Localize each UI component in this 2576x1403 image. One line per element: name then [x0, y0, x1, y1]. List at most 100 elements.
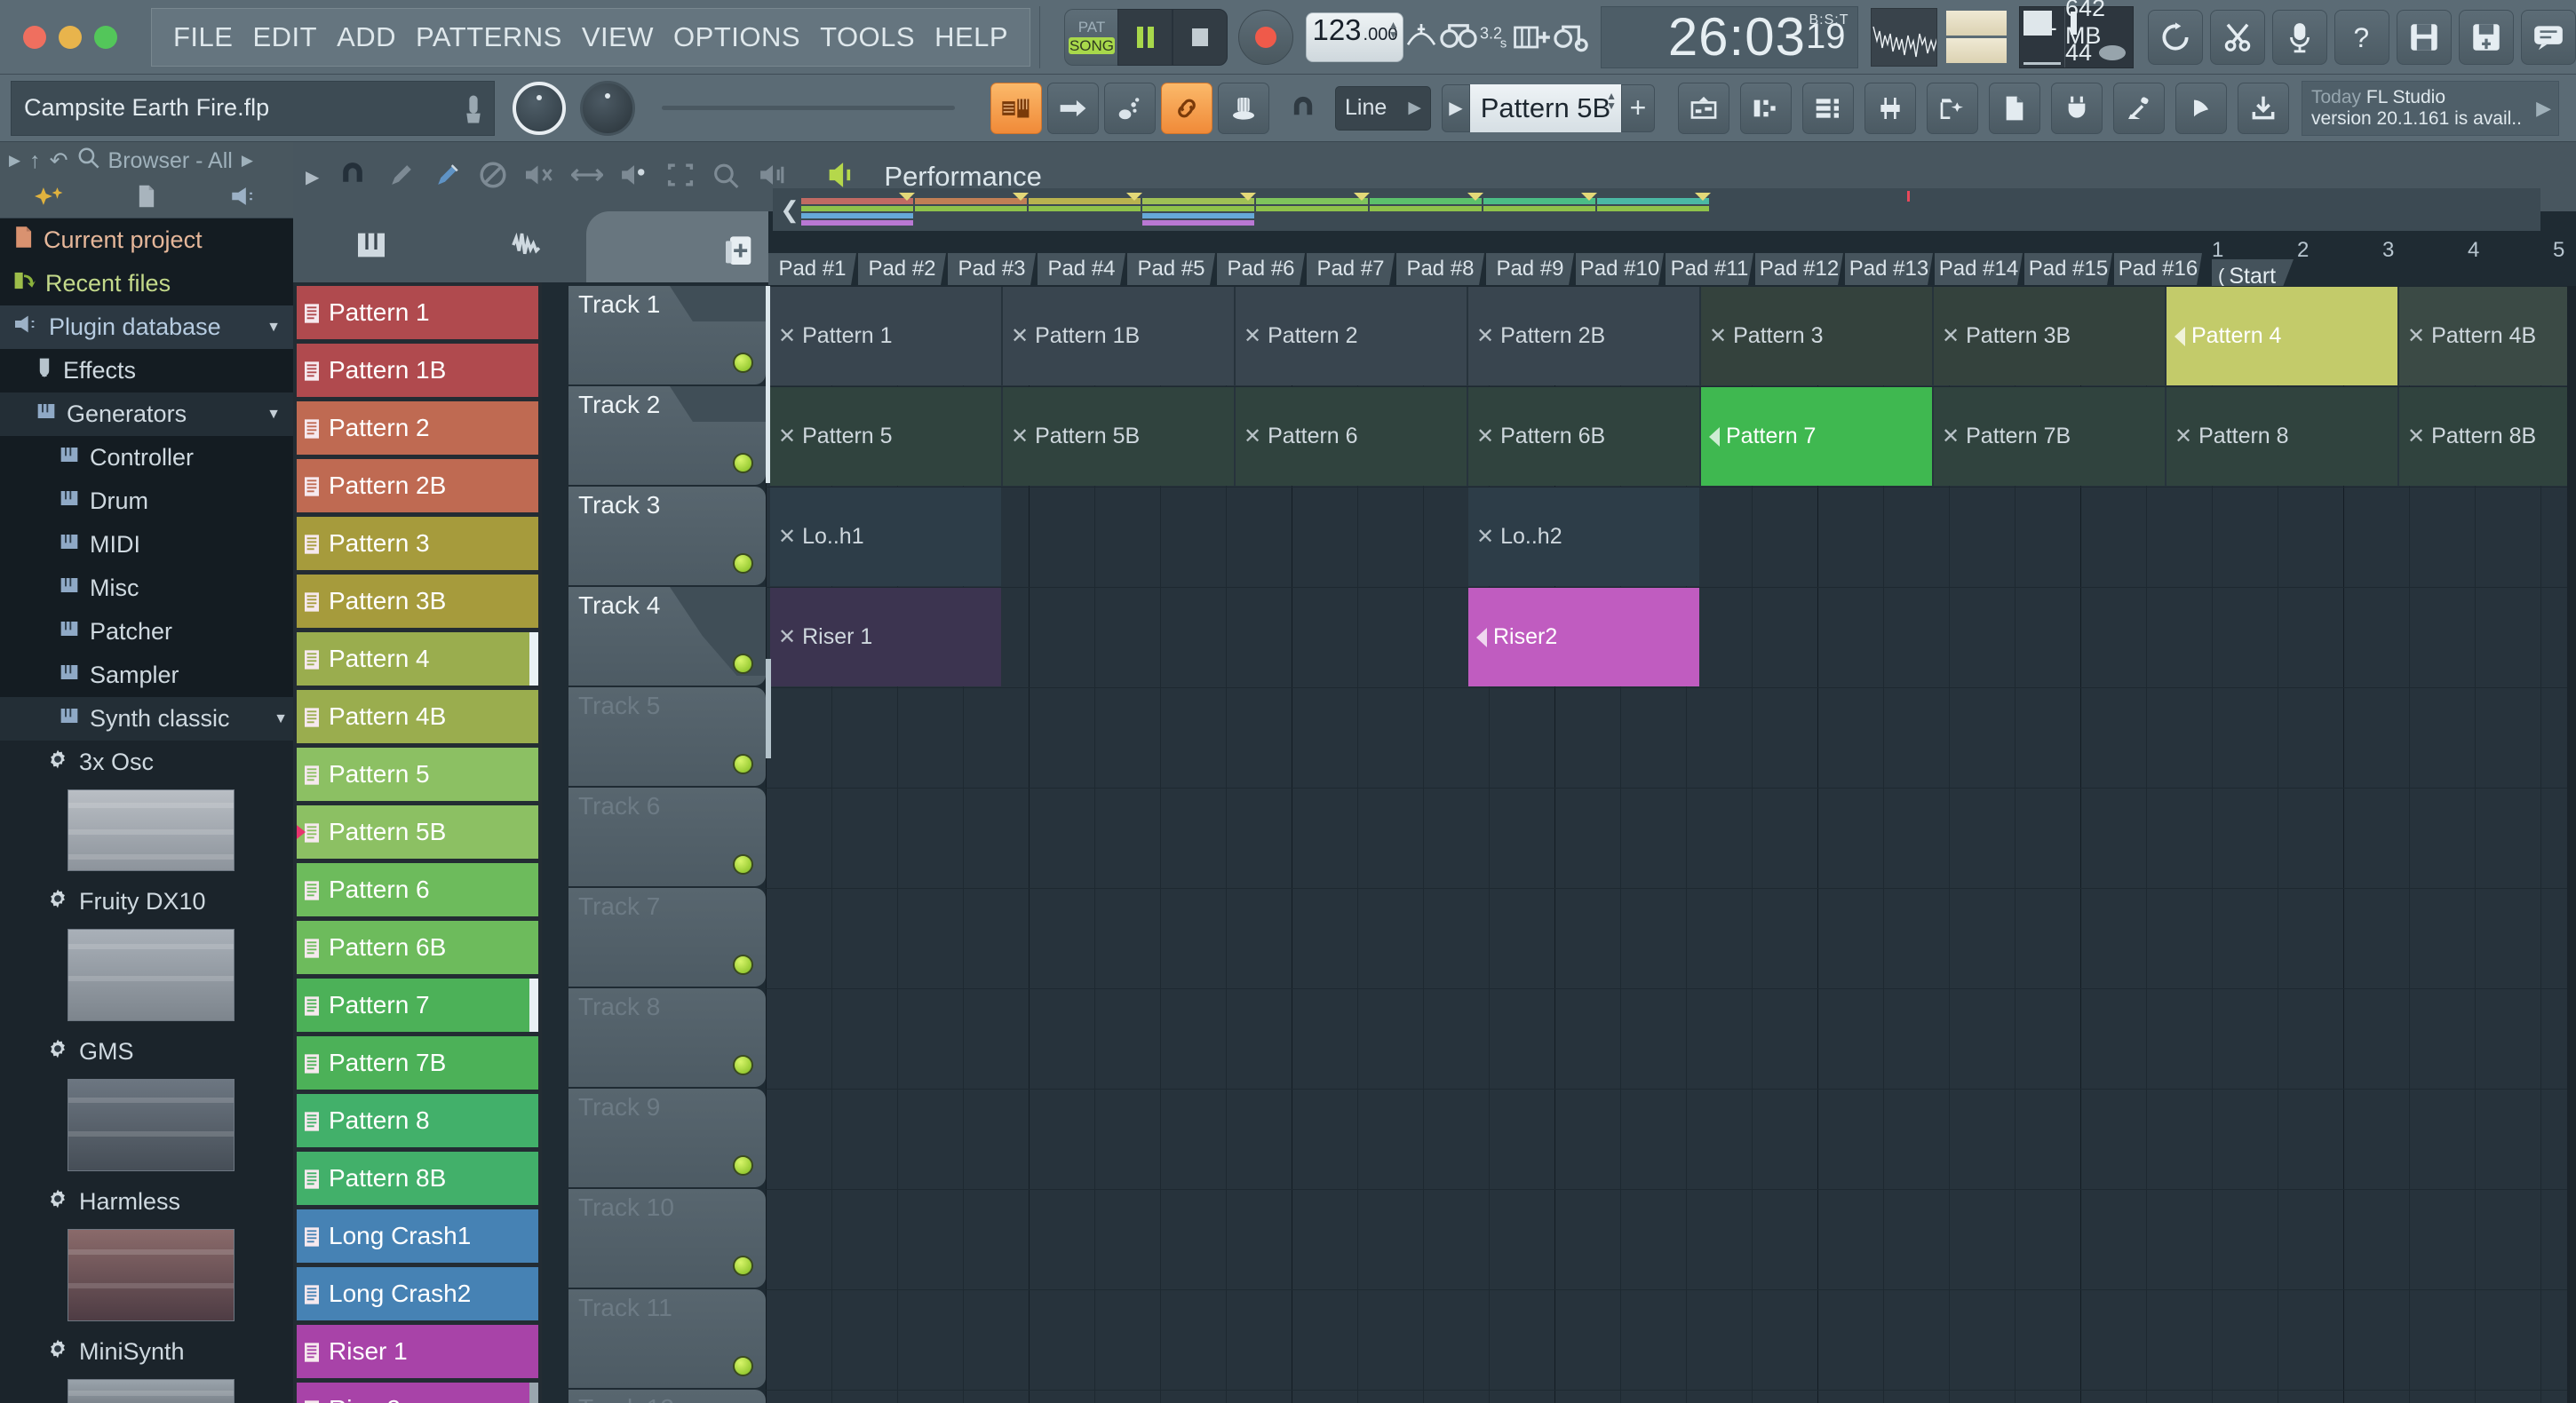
pattern-list-item[interactable]: Pattern 2 [297, 401, 538, 455]
pattern-list-item[interactable]: Pattern 3B [297, 575, 538, 628]
browser-item-effects[interactable]: Effects [0, 349, 293, 392]
playlist-clip[interactable]: ✕ Pattern 1 [770, 287, 1001, 385]
browser-item-controller[interactable]: Controller [0, 436, 293, 480]
track-header[interactable]: Track 8 [568, 988, 766, 1087]
pattern-list-item[interactable]: Riser 1 [297, 1325, 538, 1378]
click-tool-button[interactable] [2175, 82, 2227, 134]
pattern-list-item[interactable]: Riser2 [297, 1383, 538, 1403]
track-header[interactable]: Track 3 [568, 487, 766, 585]
link-button[interactable] [1161, 82, 1212, 134]
performance-pad[interactable]: Pad #3 [948, 253, 1036, 285]
browser-item-sampler[interactable]: Sampler [0, 654, 293, 697]
select-tool-icon[interactable] [665, 161, 696, 194]
browser-item-patcher[interactable]: Patcher [0, 610, 293, 654]
pattern-spinner-icon[interactable]: ▲ ▼ [1606, 91, 1617, 111]
performance-bar-segment[interactable] [1029, 198, 1141, 204]
pattern-list-item[interactable]: Pattern 5 [297, 748, 538, 801]
track-header[interactable]: Track 2 [568, 386, 766, 485]
performance-pad[interactable]: Pad #2 [858, 253, 946, 285]
pattern-list-item[interactable]: Long Crash2 [297, 1267, 538, 1320]
chevron-right-icon[interactable]: ▶ [306, 166, 319, 188]
performance-pad[interactable]: Pad #1 [768, 253, 856, 285]
performance-bar-segment[interactable] [1597, 198, 1709, 204]
pattern-list-item[interactable]: Pattern 8B [297, 1152, 538, 1205]
browser-item-generators[interactable]: Generators ▼ [0, 392, 293, 436]
project-name-field[interactable]: Campsite Earth Fire.flp [11, 80, 495, 136]
playlist-clip[interactable]: ✕ Pattern 3B [1934, 287, 2165, 385]
playlist-clip[interactable]: ✕ Pattern 8 [2167, 387, 2397, 486]
cut-tool-button[interactable] [2209, 9, 2265, 65]
step-forward-button[interactable] [1047, 82, 1099, 134]
menu-item-add[interactable]: ADD [337, 21, 396, 53]
playlist-clip[interactable]: ✕ Lo..h2 [1468, 487, 1699, 586]
audio-view-icon[interactable] [509, 228, 546, 266]
playlist-clip[interactable]: ✕ Pattern 3 [1701, 287, 1932, 385]
snap-mode-selector[interactable]: Line ▶ [1335, 85, 1431, 131]
track-header[interactable]: Track 1 [568, 286, 766, 384]
playlist-clip[interactable]: ✕ Pattern 6B [1468, 387, 1699, 486]
browser-window-button[interactable] [1927, 82, 1978, 134]
close-window-button[interactable] [23, 25, 46, 49]
chevron-left-icon[interactable]: ❮ [778, 196, 801, 224]
magnet-snap-icon[interactable] [337, 160, 369, 194]
track-header[interactable]: Track 4 [568, 587, 766, 686]
new-project-button[interactable] [1989, 82, 2040, 134]
add-clip-icon[interactable] [724, 234, 754, 273]
step-sequencer-button[interactable] [1104, 82, 1156, 134]
tempo-field[interactable]: 123 .000 ▲ ▼ [1306, 12, 1404, 62]
performance-pad[interactable]: Pad #8 [1396, 253, 1484, 285]
save-button[interactable] [2396, 9, 2452, 65]
pattern-menu-button[interactable]: ▶ [1442, 83, 1470, 132]
wrap-icon[interactable] [1553, 10, 1592, 65]
performance-bar-segment-lower[interactable] [1370, 206, 1482, 211]
pattern-list-item[interactable]: Pattern 5B [297, 805, 538, 859]
track-enable-led[interactable] [733, 353, 753, 373]
playlist-clip[interactable]: Pattern 7 [1701, 387, 1932, 486]
track-header[interactable]: Track 7 [568, 888, 766, 987]
microphone-button[interactable] [2271, 9, 2327, 65]
magnet-snap-icon[interactable] [1275, 81, 1332, 136]
save-as-button[interactable] [2458, 9, 2514, 65]
download-button[interactable] [2238, 82, 2289, 134]
performance-pad[interactable]: Pad #4 [1038, 253, 1125, 285]
menu-item-view[interactable]: VIEW [582, 21, 654, 53]
metronome-icon[interactable] [1439, 10, 1478, 65]
pattern-list-item[interactable]: Pattern 1B [297, 344, 538, 397]
performance-pad[interactable]: Pad #15 [2024, 253, 2112, 285]
slice-tool-icon[interactable] [619, 161, 649, 194]
menu-item-edit[interactable]: EDIT [252, 21, 317, 53]
browser-item-recent-files[interactable]: Recent files [0, 262, 293, 305]
track-enable-led[interactable] [733, 654, 753, 674]
step-sequencer-window-button[interactable] [1740, 82, 1792, 134]
stop-button[interactable] [1173, 8, 1228, 66]
playlist-clip[interactable]: ✕ Pattern 2 [1236, 287, 1467, 385]
playlist-clip[interactable]: ✕ Pattern 1B [1003, 287, 1234, 385]
slip-tool-icon[interactable] [570, 161, 605, 194]
pattern-list-item[interactable]: Pattern 2B [297, 459, 538, 512]
performance-pad[interactable]: Pad #14 [1935, 253, 2023, 285]
tempo-spinner-icon[interactable]: ▲ ▼ [1388, 20, 1399, 40]
time-display[interactable]: 26:03 19 B:S:T [1601, 5, 1859, 68]
track-enable-led[interactable] [733, 955, 753, 975]
plugin-picker-button[interactable] [2051, 82, 2103, 134]
record-source-button[interactable] [2113, 82, 2165, 134]
chevron-down-icon[interactable]: ▼ [266, 320, 281, 336]
browser-plugin-harmless[interactable]: Harmless [0, 1180, 293, 1224]
browser-item-plugin-database[interactable]: Plugin database ▼ [0, 305, 293, 349]
chevron-right-icon[interactable]: ▶ [9, 152, 20, 170]
performance-bar-segment[interactable] [915, 198, 1027, 204]
playlist-grid[interactable]: ✕ Pattern 1 ✕ Pattern 1B ✕ Pattern 2 ✕ Pattern … [766, 286, 2576, 1403]
pattern-view-icon[interactable] [354, 228, 389, 266]
zoom-tool-icon[interactable] [712, 161, 742, 194]
pitch-icon[interactable] [1403, 10, 1439, 65]
performance-pad[interactable]: Pad #6 [1217, 253, 1305, 285]
chevron-down-icon[interactable]: ▼ [266, 407, 281, 423]
pattern-list-item[interactable]: Pattern 7B [297, 1036, 538, 1090]
playlist-clip[interactable]: ✕ Riser 1 [770, 588, 1001, 686]
performance-bar-magenta[interactable] [1142, 220, 1254, 226]
update-notification[interactable]: Today FL Studio version 20.1.161 is avai… [2302, 80, 2559, 136]
playlist-vertical-scrollbar[interactable] [2567, 286, 2576, 1403]
track-header[interactable]: Track 11 [568, 1289, 766, 1388]
plugins-tab-icon[interactable] [228, 185, 258, 212]
track-header[interactable]: Track 5 [568, 687, 766, 786]
